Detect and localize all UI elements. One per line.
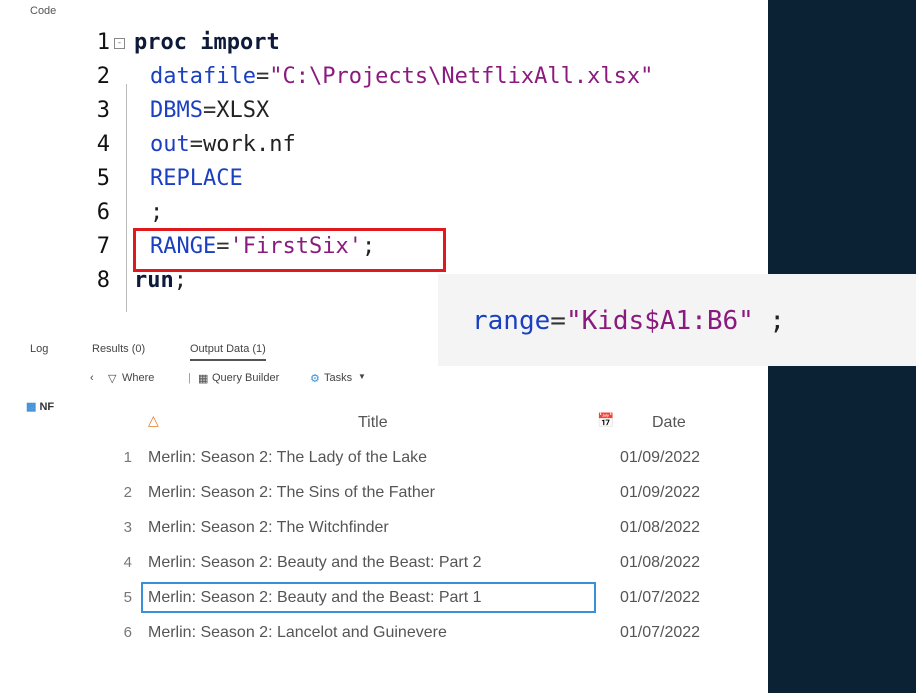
row-number: 1: [123, 449, 132, 466]
line-number: 4: [96, 132, 110, 157]
code-line[interactable]: 3 DBMS=XLSX: [0, 94, 768, 128]
code-text: datafile="C:\Projects\NetflixAll.xlsx": [150, 60, 653, 94]
code-token: "C:\Projects\NetflixAll.xlsx": [269, 64, 654, 89]
code-line[interactable]: 2 datafile="C:\Projects\NetflixAll.xlsx": [0, 60, 768, 94]
code-token: ;: [150, 200, 164, 225]
line-number: 5: [96, 166, 110, 191]
line-number: 3: [96, 98, 110, 123]
code-line[interactable]: 4 out=work.nf: [0, 128, 768, 162]
cell-date[interactable]: 01/08/2022: [620, 545, 700, 580]
table-row[interactable]: 1 Merlin: Season 2: The Lady of the Lake 0…: [110, 440, 735, 475]
range-callout: range="Kids$A1:B6" ;: [438, 274, 916, 366]
code-text: out=work.nf: [150, 128, 296, 162]
table-row[interactable]: 2 Merlin: Season 2: The Sins of the Fathe…: [110, 475, 735, 510]
code-token: XLSX: [216, 98, 270, 123]
chevron-left-icon[interactable]: ‹: [90, 372, 94, 384]
code-tab[interactable]: Code: [30, 5, 56, 17]
row-number: 5: [123, 589, 132, 606]
cell-date[interactable]: 01/07/2022: [620, 580, 700, 615]
calendar-icon: 📅: [597, 412, 615, 428]
tab-output-data[interactable]: Output Data (1): [190, 343, 266, 361]
line-number: 8: [96, 268, 110, 293]
code-text: ;: [150, 196, 163, 230]
cell-title[interactable]: Merlin: Season 2: The Lady of the Lake: [148, 440, 427, 475]
cell-date[interactable]: 01/08/2022: [620, 510, 700, 545]
callout-token: ;: [753, 306, 786, 336]
tab-results[interactable]: Results (0): [92, 343, 145, 355]
callout-code: range="Kids$A1:B6" ;: [472, 306, 785, 336]
cell-date[interactable]: 01/07/2022: [620, 615, 700, 650]
code-text: proc import: [134, 26, 280, 60]
code-line[interactable]: 5 REPLACE: [0, 162, 768, 196]
tasks-icon[interactable]: ⚙: [310, 372, 320, 385]
line-number: 6: [96, 200, 110, 225]
callout-token: "Kids$A1:B6": [565, 306, 754, 336]
fold-toggle-icon[interactable]: -: [114, 38, 125, 49]
code-line[interactable]: 1- proc import: [0, 26, 768, 60]
where-button[interactable]: Where: [122, 372, 154, 384]
table-row[interactable]: 3 Merlin: Season 2: The Witchfinder 01/08/…: [110, 510, 735, 545]
character-column-icon: △: [148, 412, 159, 428]
table-row[interactable]: 4 Merlin: Season 2: Beauty and the Beast:…: [110, 545, 735, 580]
dataset-label: NF: [39, 401, 55, 413]
dataset-item-nf[interactable]: ▩ NF: [26, 400, 54, 413]
cell-title[interactable]: Merlin: Season 2: Beauty and the Beast: …: [148, 545, 482, 580]
callout-token: =: [550, 306, 566, 336]
code-token: work.nf: [203, 132, 296, 157]
code-token: out: [150, 132, 190, 157]
query-builder-icon[interactable]: ▦: [198, 372, 208, 385]
filter-icon[interactable]: ▽: [108, 372, 116, 385]
callout-token: range: [472, 306, 551, 336]
cell-title[interactable]: Merlin: Season 2: The Witchfinder: [148, 510, 389, 545]
row-number: 3: [123, 519, 132, 536]
line-number: 1: [96, 30, 110, 55]
code-token: datafile: [150, 64, 256, 89]
row-number: 2: [123, 484, 132, 501]
range-highlight-box: [133, 228, 446, 272]
column-header-title[interactable]: Title: [358, 414, 388, 432]
code-token: DBMS: [150, 98, 203, 123]
column-header-date[interactable]: Date: [652, 414, 686, 432]
code-text: DBMS=XLSX: [150, 94, 269, 128]
line-number: 7: [96, 234, 110, 259]
data-grid[interactable]: △ Title 📅 Date 1 Merlin: Season 2: The La…: [110, 402, 735, 692]
code-token: REPLACE: [150, 166, 243, 191]
code-token: =: [255, 64, 270, 89]
code-line[interactable]: 6;: [0, 196, 768, 230]
cell-date[interactable]: 01/09/2022: [620, 475, 700, 510]
code-token: proc import: [134, 30, 280, 55]
tasks-button[interactable]: Tasks: [324, 372, 352, 384]
table-row[interactable]: 6 Merlin: Season 2: Lancelot and Guinever…: [110, 615, 735, 650]
cell-title[interactable]: Merlin: Season 2: The Sins of the Father: [148, 475, 435, 510]
cell-title[interactable]: Merlin: Season 2: Beauty and the Beast: …: [148, 580, 482, 615]
code-token: =: [189, 132, 203, 157]
query-builder-button[interactable]: Query Builder: [212, 372, 279, 384]
cell-date[interactable]: 01/09/2022: [620, 440, 700, 475]
row-number: 6: [123, 624, 132, 641]
table-icon: ▩: [26, 401, 37, 413]
line-number: 2: [96, 64, 110, 89]
code-token: =: [202, 98, 217, 123]
code-text: REPLACE: [150, 162, 243, 196]
table-row[interactable]: 5 Merlin: Season 2: Beauty and the Beast:…: [110, 580, 735, 615]
tab-log[interactable]: Log: [30, 343, 48, 355]
cell-title[interactable]: Merlin: Season 2: Lancelot and Guinevere: [148, 615, 447, 650]
grid-header: △ Title 📅 Date: [110, 410, 735, 438]
row-number: 4: [123, 554, 132, 571]
toolbar-divider: |: [188, 372, 191, 384]
chevron-down-icon[interactable]: ▼: [358, 372, 366, 381]
